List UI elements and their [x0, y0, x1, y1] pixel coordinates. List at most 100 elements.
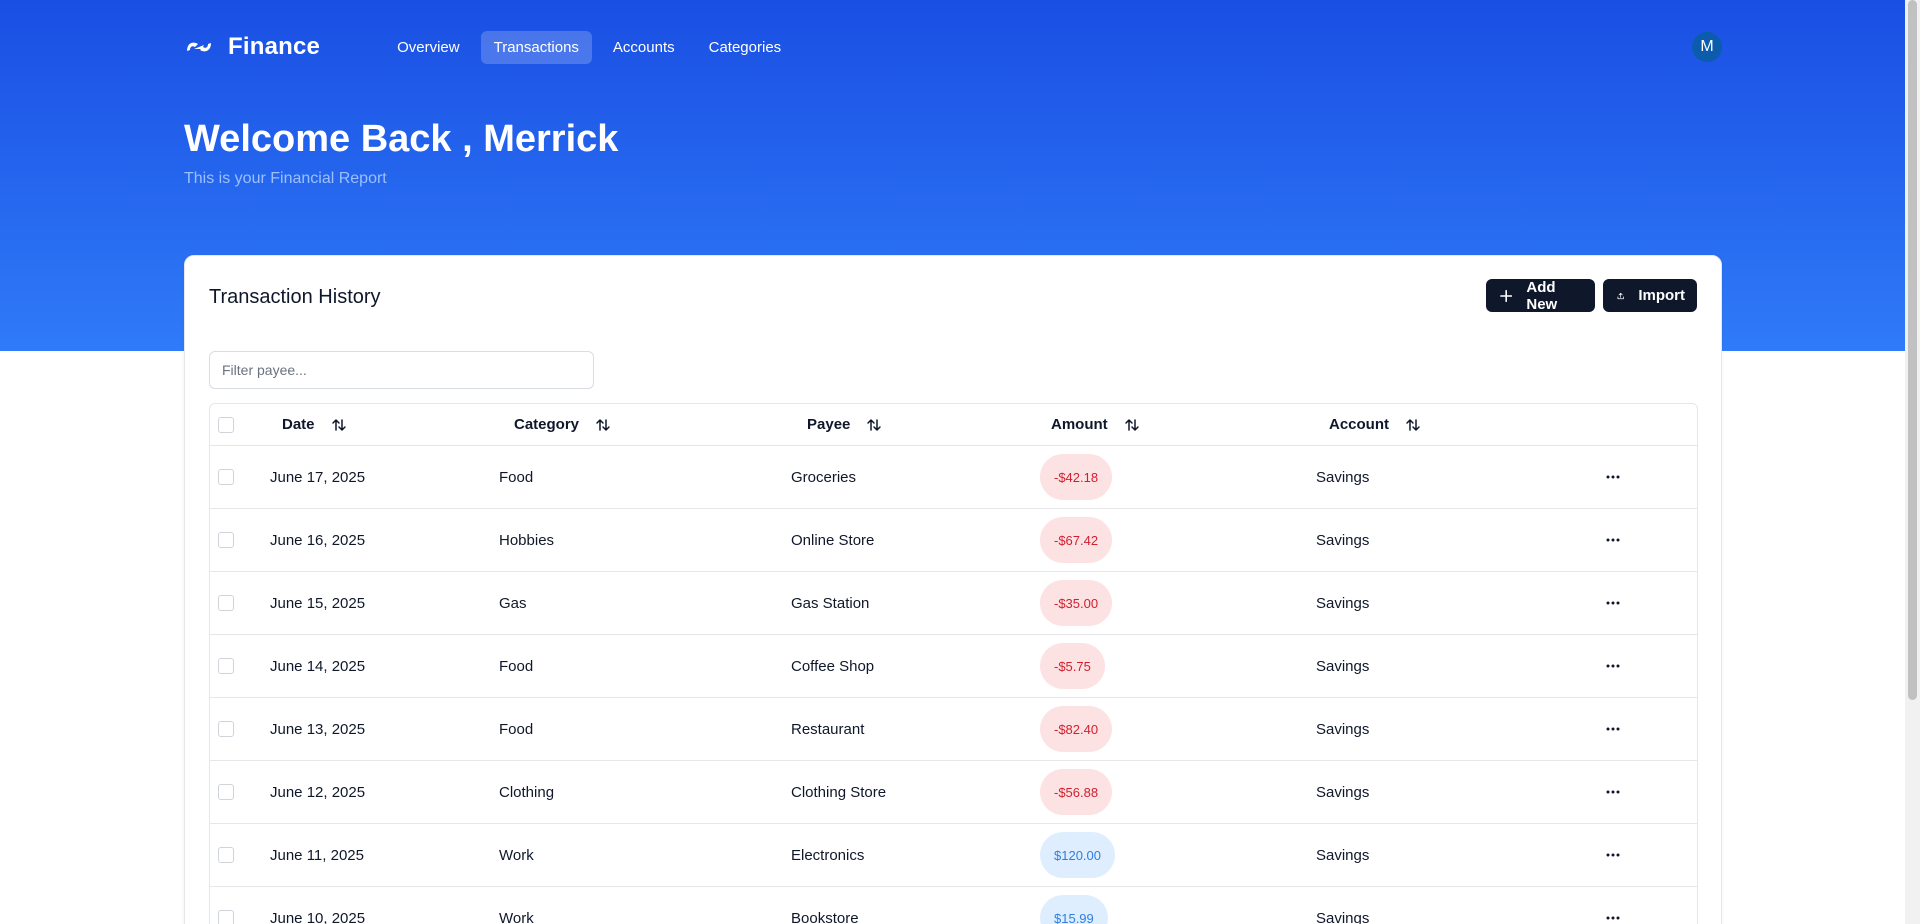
- date-cell: June 16, 2025: [270, 531, 366, 549]
- account-cell: Savings: [1316, 468, 1370, 486]
- account-cell: Savings: [1316, 531, 1370, 549]
- scrollbar-thumb[interactable]: [1908, 0, 1917, 700]
- amount-badge: -$42.18: [1040, 454, 1113, 500]
- amount-cell: -$82.40: [1040, 698, 1113, 760]
- row-checkbox[interactable]: [218, 469, 234, 485]
- import-button[interactable]: Import: [1603, 279, 1697, 312]
- category-cell: Work: [499, 909, 534, 924]
- payee-cell: Electronics: [791, 846, 865, 864]
- row-select-cell: [218, 509, 234, 571]
- more-options-icon[interactable]: [1605, 469, 1621, 485]
- amount-badge: $15.99: [1040, 895, 1108, 924]
- transactions-table: Date Category Payee Amount Account June …: [209, 403, 1698, 924]
- row-actions-cell: [1605, 761, 1621, 823]
- payee-cell: Gas Station: [791, 594, 870, 612]
- more-options-icon[interactable]: [1605, 847, 1621, 863]
- payee-cell: Groceries: [791, 468, 857, 486]
- table-row: June 15, 2025 Gas Gas Station -$35.00 Sa…: [210, 572, 1697, 635]
- date-cell: June 10, 2025: [270, 909, 366, 924]
- row-checkbox[interactable]: [218, 847, 234, 863]
- column-header-account[interactable]: Account: [1329, 404, 1421, 445]
- column-header-category[interactable]: Category: [514, 404, 611, 445]
- nav-item-categories[interactable]: Categories: [696, 31, 795, 64]
- date-cell: June 13, 2025: [270, 720, 366, 738]
- payee-cell: Restaurant: [791, 720, 865, 738]
- add-new-label: Add New: [1526, 278, 1558, 313]
- sort-icon[interactable]: [595, 417, 611, 433]
- category-cell: Hobbies: [499, 531, 555, 549]
- row-select-cell: [218, 824, 234, 886]
- amount-cell: -$35.00: [1040, 572, 1113, 634]
- category-cell: Food: [499, 468, 534, 486]
- sort-icon[interactable]: [331, 417, 347, 433]
- filter-payee-input[interactable]: [209, 351, 594, 389]
- add-new-button[interactable]: Add New: [1486, 278, 1595, 313]
- more-options-icon[interactable]: [1605, 784, 1621, 800]
- row-checkbox[interactable]: [218, 532, 234, 548]
- date-cell: June 12, 2025: [270, 783, 366, 801]
- table-row: June 17, 2025 Food Groceries -$42.18 Sav…: [210, 446, 1697, 509]
- welcome-subtitle: This is your Financial Report: [184, 170, 387, 187]
- amount-cell: -$67.42: [1040, 509, 1113, 571]
- row-checkbox[interactable]: [218, 910, 234, 924]
- card-actions: Add New Import: [1486, 278, 1697, 313]
- amount-cell: -$5.75: [1040, 635, 1105, 697]
- row-checkbox[interactable]: [218, 658, 234, 674]
- date-cell: June 14, 2025: [270, 657, 366, 675]
- page-scrollbar[interactable]: [1905, 0, 1920, 924]
- payee-cell: Online Store: [791, 531, 875, 549]
- row-checkbox[interactable]: [218, 784, 234, 800]
- row-actions-cell: [1605, 509, 1621, 571]
- brand[interactable]: Finance: [184, 33, 320, 61]
- transaction-history-card: Transaction History Add New Import Date: [184, 255, 1722, 924]
- row-checkbox[interactable]: [218, 721, 234, 737]
- amount-cell: $15.99: [1040, 887, 1108, 924]
- amount-badge: -$35.00: [1040, 580, 1113, 626]
- amount-badge: -$82.40: [1040, 706, 1113, 752]
- nav-item-overview[interactable]: Overview: [384, 31, 473, 64]
- more-options-icon[interactable]: [1605, 532, 1621, 548]
- more-options-icon[interactable]: [1605, 595, 1621, 611]
- amount-cell: $120.00: [1040, 824, 1115, 886]
- finance-logo-icon: [187, 42, 211, 52]
- payee-cell: Coffee Shop: [791, 657, 875, 675]
- category-cell: Gas: [499, 594, 527, 612]
- date-cell: June 11, 2025: [270, 846, 364, 864]
- more-options-icon[interactable]: [1605, 658, 1621, 674]
- payee-cell: Clothing Store: [791, 783, 887, 801]
- amount-badge: $120.00: [1040, 832, 1115, 878]
- top-navigation: Finance Overview Transactions Accounts C…: [184, 24, 1722, 70]
- more-options-icon[interactable]: [1605, 910, 1621, 924]
- date-cell: June 15, 2025: [270, 594, 366, 612]
- row-actions-cell: [1605, 635, 1621, 697]
- nav-item-transactions[interactable]: Transactions: [480, 30, 592, 64]
- row-actions-cell: [1605, 887, 1621, 924]
- column-header-payee[interactable]: Payee: [807, 404, 882, 445]
- more-options-icon[interactable]: [1605, 721, 1621, 737]
- sort-icon[interactable]: [866, 417, 882, 433]
- column-header-amount[interactable]: Amount: [1051, 404, 1140, 445]
- row-actions-cell: [1605, 824, 1621, 886]
- sort-icon[interactable]: [1124, 417, 1140, 433]
- amount-badge: -$67.42: [1040, 517, 1113, 563]
- select-all-checkbox[interactable]: [218, 416, 234, 433]
- brand-name: Finance: [228, 33, 321, 60]
- table-row: June 16, 2025 Hobbies Online Store -$67.…: [210, 509, 1697, 572]
- row-actions-cell: [1605, 446, 1621, 508]
- row-checkbox[interactable]: [218, 595, 234, 611]
- table-header: Date Category Payee Amount Account: [210, 404, 1697, 446]
- amount-cell: -$56.88: [1040, 761, 1113, 823]
- sort-icon[interactable]: [1405, 417, 1421, 433]
- column-header-date[interactable]: Date: [282, 404, 347, 445]
- row-actions-cell: [1605, 698, 1621, 760]
- row-actions-cell: [1605, 572, 1621, 634]
- amount-badge: -$56.88: [1040, 769, 1113, 815]
- card-title: Transaction History: [209, 286, 381, 308]
- nav-item-accounts[interactable]: Accounts: [600, 31, 688, 64]
- user-avatar[interactable]: M: [1692, 32, 1722, 62]
- import-label: Import: [1638, 287, 1685, 304]
- account-cell: Savings: [1316, 720, 1370, 738]
- amount-badge: -$5.75: [1040, 643, 1105, 689]
- payee-cell: Bookstore: [791, 909, 859, 924]
- column-header-label: Account: [1329, 416, 1389, 433]
